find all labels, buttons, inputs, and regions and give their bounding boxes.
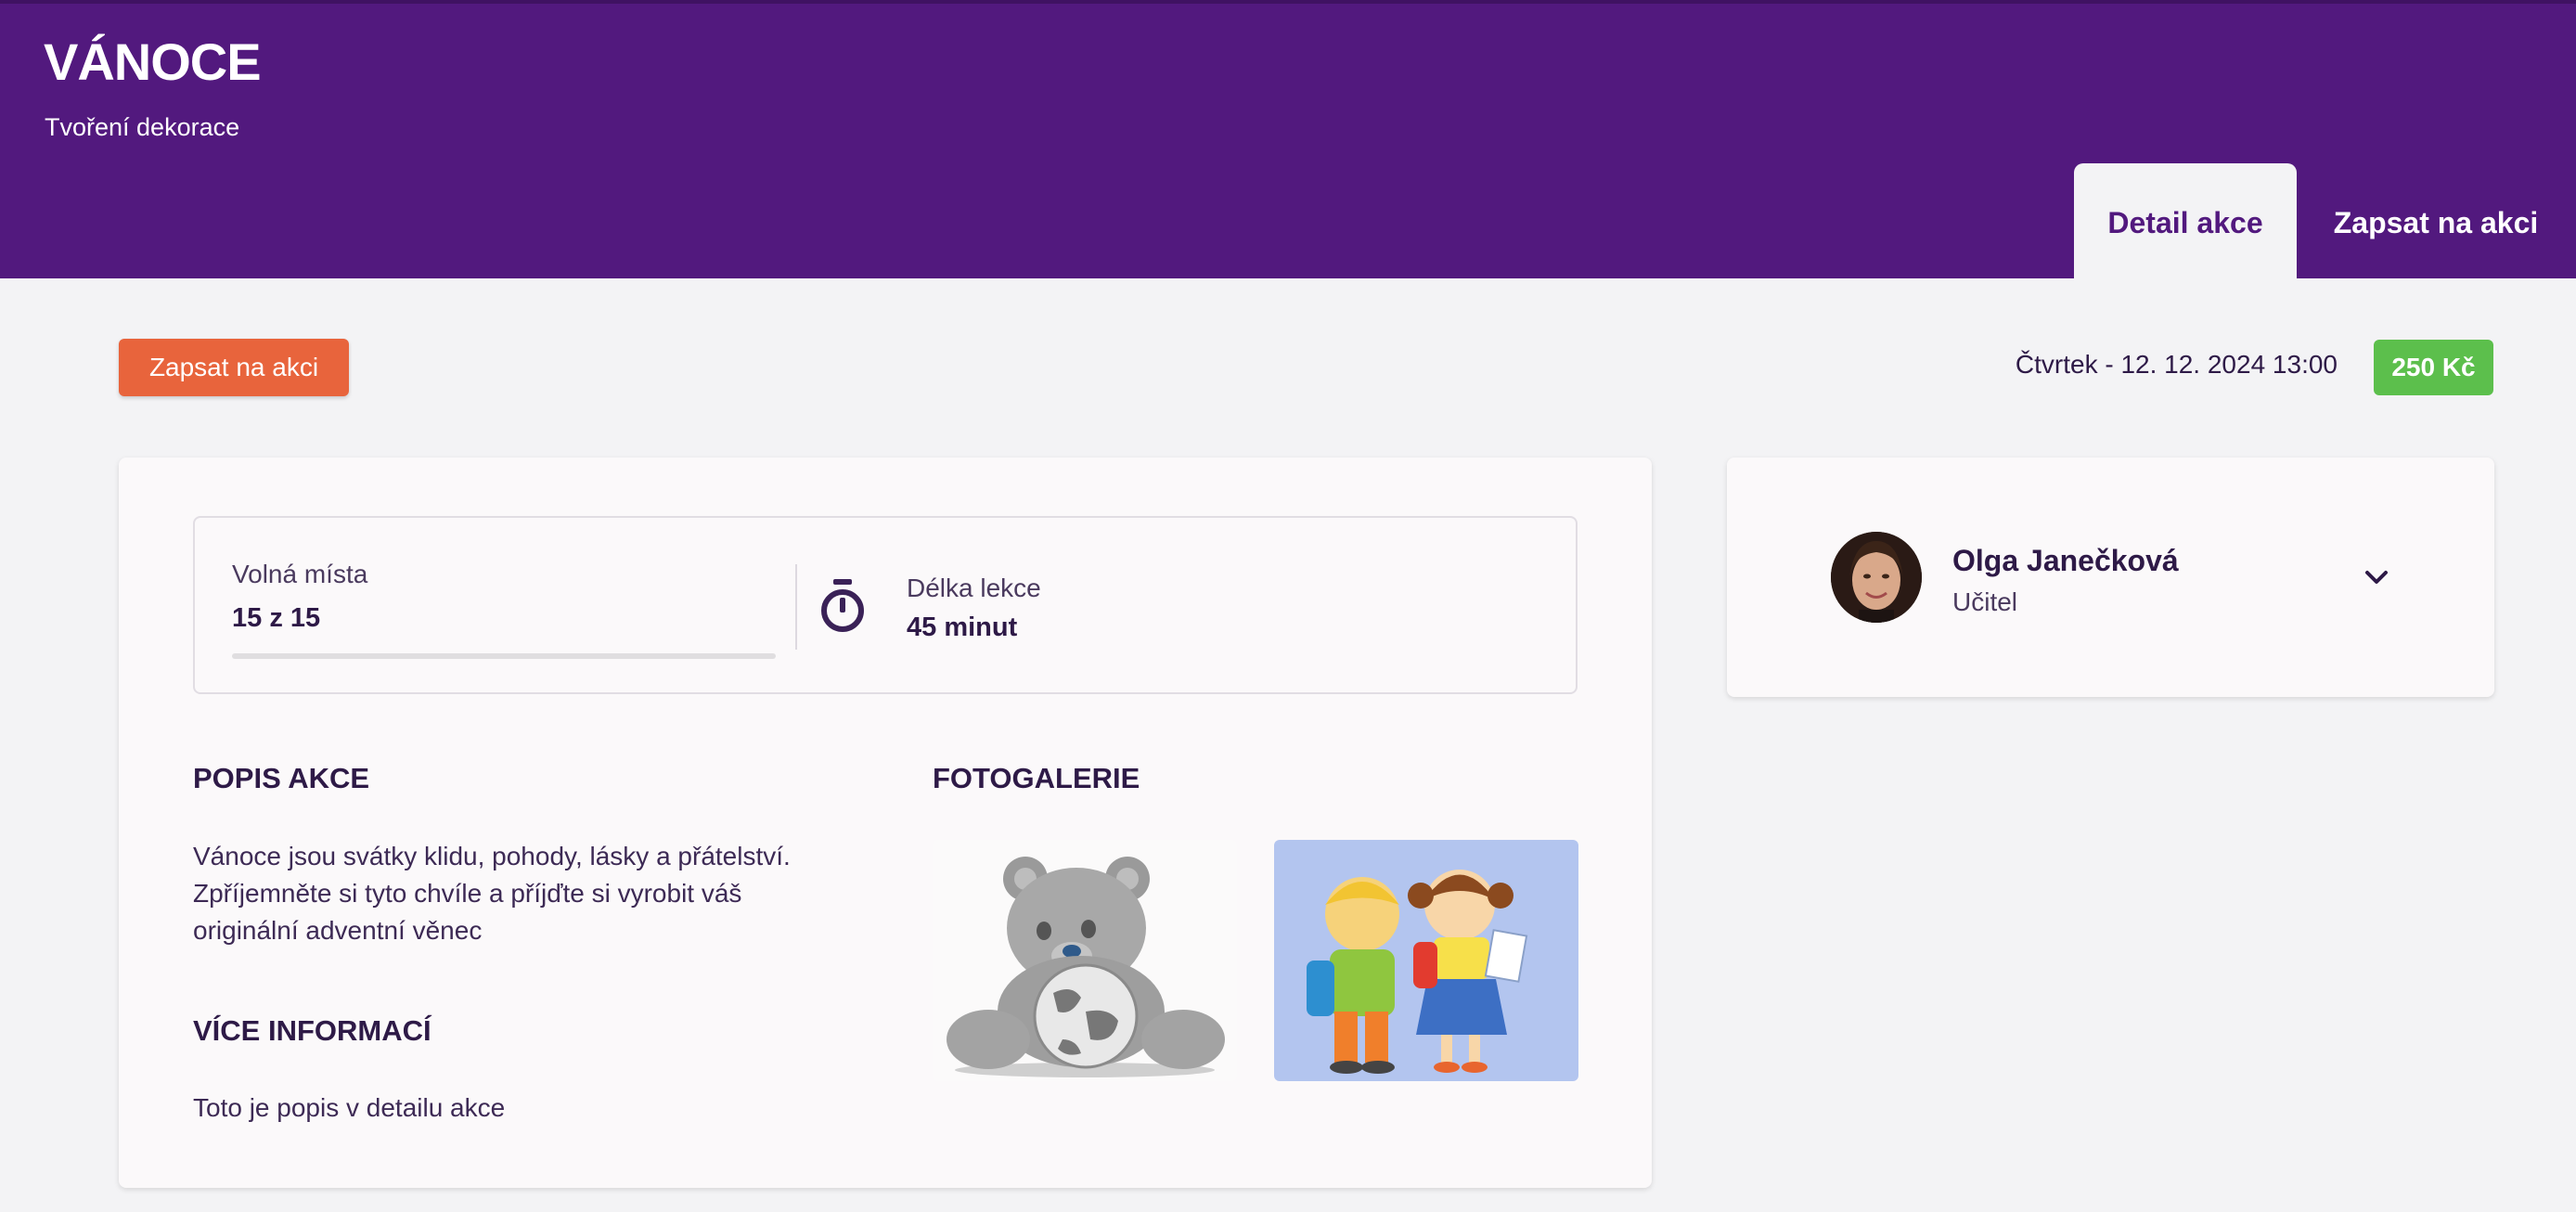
page-header: VÁNOCE Tvoření dekorace Detail akce Zaps… [0, 0, 2576, 282]
free-spots-label: Volná místa [232, 560, 368, 588]
description-text: Vánoce jsou svátky klidu, pohody, lásky … [193, 842, 791, 945]
free-spots-value: 15 z 15 [232, 603, 321, 633]
page-subtitle: Tvoření dekorace [45, 113, 240, 141]
tab-signup[interactable]: Zapsat na akci [2315, 163, 2557, 282]
duration-label: Délka lekce [907, 574, 1041, 602]
chevron-down-icon[interactable] [2358, 560, 2395, 597]
page-title: VÁNOCE [44, 32, 262, 91]
event-date: Čtvrtek - 12. 12. 2024 13:00 [2015, 350, 2338, 379]
gallery-photo-teddy-bear[interactable] [933, 840, 1237, 1081]
price-badge: 250 Kč [2374, 340, 2493, 395]
teacher-card: Olga Janečková Učitel [1727, 458, 2494, 697]
gallery-photo-children[interactable] [1274, 840, 1578, 1081]
stats-divider [795, 564, 797, 650]
avatar [1831, 532, 1922, 623]
stats-panel: Volná místa 15 z 15 Délka lekce 45 minut [193, 516, 1578, 694]
teacher-name: Olga Janečková [1952, 544, 2179, 577]
tab-detail[interactable]: Detail akce [2074, 163, 2297, 282]
more-info-heading: VÍCE INFORMACÍ [193, 1014, 431, 1047]
gallery-heading: FOTOGALERIE [933, 762, 1140, 794]
description-heading: POPIS AKCE [193, 762, 370, 794]
occupancy-progress-bar [232, 653, 776, 659]
more-info-text: Toto je popis v detailu akce [193, 1093, 506, 1122]
stopwatch-icon [817, 577, 869, 635]
signup-button[interactable]: Zapsat na akci [119, 339, 349, 396]
duration-value: 45 minut [907, 612, 1018, 642]
teacher-role: Učitel [1952, 587, 2018, 616]
event-detail-card: Volná místa 15 z 15 Délka lekce 45 minut… [119, 458, 1652, 1188]
